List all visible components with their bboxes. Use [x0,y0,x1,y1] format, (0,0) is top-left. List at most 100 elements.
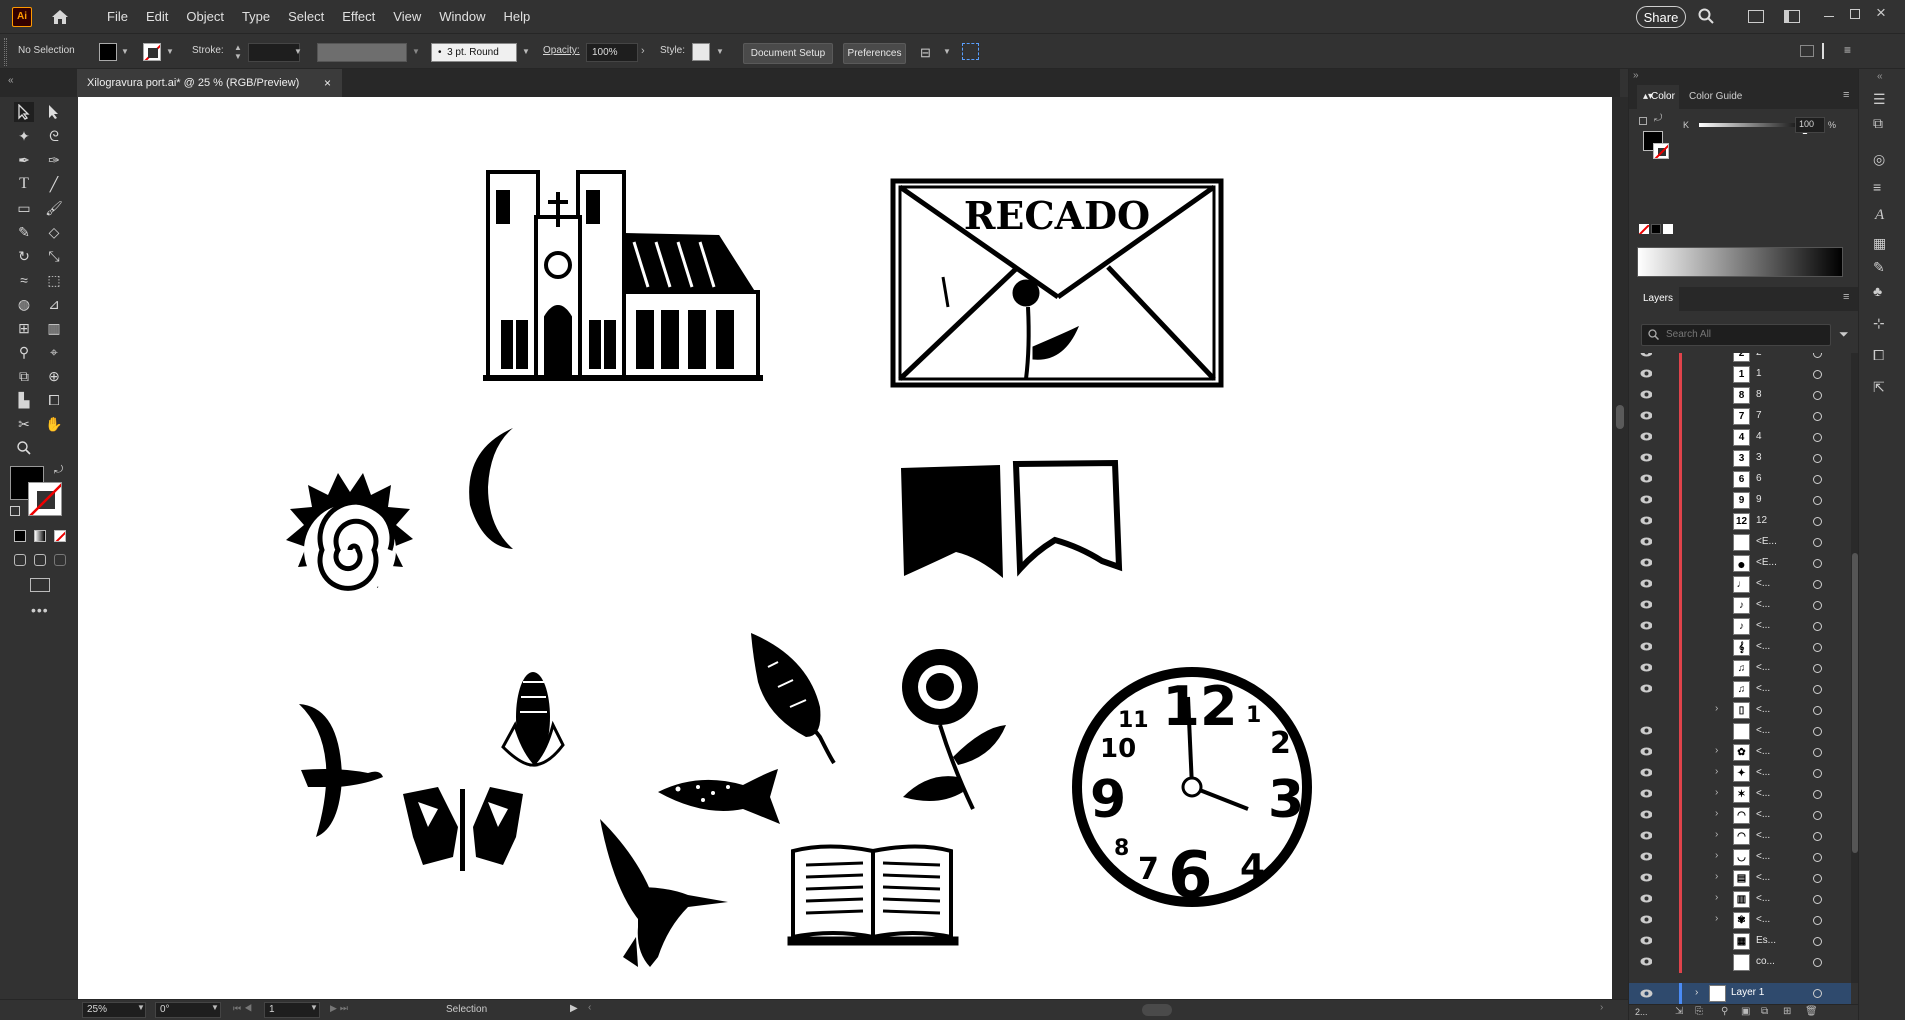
chevron-down-icon[interactable]: ▼ [166,47,174,56]
layer-item-row[interactable]: ♫ <... [1629,679,1851,700]
perspective-grid-tool-icon[interactable]: ⊿ [44,294,64,314]
target-icon[interactable] [1813,664,1822,673]
layer-item-row[interactable]: 66 [1629,469,1851,490]
layer-1-row[interactable]: › Layer 1 [1629,983,1851,1004]
flag-outline-illustration[interactable] [1012,459,1123,577]
eye-icon[interactable] [1640,516,1652,526]
target-icon[interactable] [1813,412,1822,421]
none-swatch[interactable] [1639,224,1649,234]
artboard-next-icon[interactable]: ▶⏭ [330,1003,351,1014]
layer-item-row[interactable]: ♩ <... [1629,574,1851,595]
target-icon[interactable] [1813,958,1822,967]
target-icon[interactable] [1813,559,1822,568]
symbol-sprayer-tool-icon[interactable]: ⊕ [44,366,64,386]
eye-icon[interactable] [1640,369,1652,379]
eye-icon[interactable] [1640,873,1652,883]
target-icon[interactable] [1813,622,1822,631]
expand-item-icon[interactable]: › [1715,871,1718,882]
layer-item-row[interactable]: › ✾ <... [1629,910,1851,931]
change-screen-mode-icon[interactable] [30,578,50,592]
layer-item-row[interactable]: ♪ <... [1629,595,1851,616]
align-icon[interactable] [1822,43,1838,59]
target-icon[interactable] [1813,937,1822,946]
workspace-switcher-icon[interactable] [1784,10,1800,23]
curvature-tool-icon[interactable]: ✑ [44,150,64,170]
moon-illustration[interactable] [469,428,513,549]
hummingbird-illustration[interactable] [600,819,728,967]
tab-layers[interactable]: Layers [1629,287,1679,311]
item-name[interactable]: 3 [1756,452,1762,463]
flower-illustration[interactable] [902,649,1006,810]
panel-menu-icon[interactable]: ≡ [1843,89,1849,101]
minimize-icon[interactable] [1824,16,1834,17]
item-name[interactable]: <... [1756,725,1770,736]
layer-item-row[interactable]: 11 [1629,364,1851,385]
width-tool-icon[interactable]: ≈ [14,270,34,290]
scale-tool-icon[interactable]: ⤡ [44,246,64,266]
brushes-icon[interactable]: ✎ [1873,259,1885,276]
chevron-down-icon[interactable]: ▼ [211,1003,219,1012]
gradient-mode-icon[interactable] [34,530,46,542]
swap-colors-icon[interactable]: ⤾ [54,464,63,477]
eye-icon[interactable] [1640,453,1652,463]
eraser-tool-icon[interactable]: ◇ [44,222,64,242]
layer-item-row[interactable]: 88 [1629,385,1851,406]
color-spectrum-bar[interactable] [1637,247,1843,277]
shaper-tool-icon[interactable]: ✎ [14,222,34,242]
pen-tool-icon[interactable]: ✒ [14,150,34,170]
scroll-left-icon[interactable]: ‹ [588,1002,591,1013]
grip-icon[interactable] [4,38,7,66]
item-name[interactable]: <... [1756,872,1770,883]
locate-object-icon[interactable]: ⚲ [1721,1006,1728,1017]
stroke-swatch[interactable] [143,43,161,61]
eye-icon[interactable] [1640,831,1652,841]
eye-icon[interactable] [1640,432,1652,442]
home-icon[interactable] [50,7,70,27]
layer-item-row[interactable]: › ✶ <... [1629,784,1851,805]
menu-lines-icon[interactable]: ≡ [1844,43,1851,57]
leaf-illustration[interactable] [751,633,836,765]
scroll-right-icon[interactable]: › [1600,1002,1603,1013]
sun-illustration[interactable] [286,473,413,596]
color-panel-stroke-box[interactable] [1653,143,1669,159]
layer-item-row[interactable]: › ✦ <... [1629,763,1851,784]
stroke-color-box[interactable] [28,482,62,516]
vertical-scroll-thumb[interactable] [1616,405,1624,429]
item-name[interactable]: <... [1756,704,1770,715]
item-name[interactable]: <E... [1756,557,1777,568]
layer-item-row[interactable]: 99 [1629,490,1851,511]
target-icon[interactable] [1813,685,1822,694]
chevron-down-icon[interactable]: ▼ [412,47,420,56]
zoom-tool-icon[interactable] [14,438,34,458]
item-name[interactable]: <... [1756,641,1770,652]
properties-icon[interactable]: ☰ [1873,91,1886,108]
stroke-weight-field[interactable] [248,43,300,62]
expand-item-icon[interactable]: › [1715,787,1718,798]
item-name[interactable]: <... [1756,683,1770,694]
maximize-icon[interactable] [1850,9,1860,19]
eye-icon[interactable] [1640,390,1652,400]
eye-icon[interactable] [1640,989,1653,998]
artboard-prev-icon[interactable]: ⏮◀ [233,1003,255,1014]
layer-item-row[interactable]: › ◠ <... [1629,826,1851,847]
target-icon[interactable] [1813,748,1822,757]
arrange-documents-icon[interactable] [1748,10,1764,23]
libraries-icon[interactable]: ⧉ [1873,115,1883,132]
target-icon[interactable] [1813,391,1822,400]
collapse-dock-icon[interactable]: » [1633,70,1639,81]
butterfly-illustration[interactable] [403,787,523,871]
eye-icon[interactable] [1640,558,1652,568]
rotate-tool-icon[interactable]: ↻ [14,246,34,266]
item-name[interactable]: <... [1756,893,1770,904]
target-icon[interactable] [1813,832,1822,841]
item-name[interactable]: <... [1756,599,1770,610]
eye-icon[interactable] [1640,936,1652,946]
swatches-icon[interactable]: ▦ [1873,235,1886,252]
eye-icon[interactable] [1640,353,1652,358]
stroke-stepper[interactable]: ▲ ▼ [232,43,244,62]
eye-icon[interactable] [1640,495,1652,505]
character-icon[interactable]: A [1875,207,1884,224]
item-name[interactable]: 6 [1756,473,1762,484]
expand-item-icon[interactable]: › [1715,766,1718,777]
target-icon[interactable] [1813,811,1822,820]
